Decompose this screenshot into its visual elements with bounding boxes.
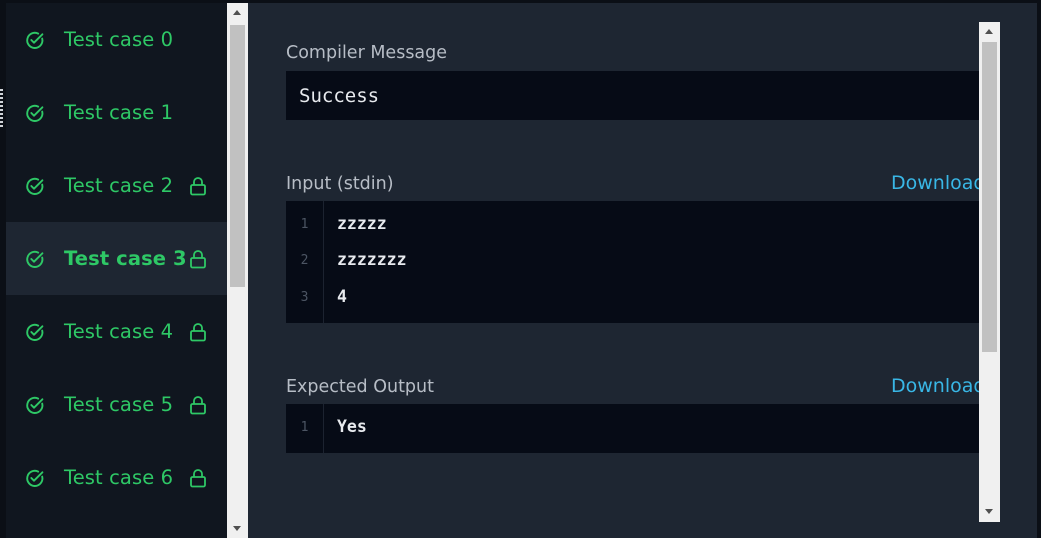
test-case-label: Test case 0 <box>64 28 174 51</box>
test-case-item-5[interactable]: Test case 5 <box>6 368 227 441</box>
test-case-label: Test case 2 <box>64 174 174 197</box>
test-case-label: Test case 3 <box>64 247 187 270</box>
expected-output-title: Expected Output <box>286 377 434 397</box>
detail-panel-scrollbar[interactable] <box>979 22 1000 522</box>
input-download-link[interactable]: Download <box>891 172 985 194</box>
test-case-item-2[interactable]: Test case 2 <box>6 149 227 222</box>
test-case-item-6[interactable]: Test case 6 <box>6 441 227 514</box>
input-title: Input (stdin) <box>286 174 394 194</box>
expected-output-download-link[interactable]: Download <box>891 375 985 397</box>
test-case-label: Test case 5 <box>64 393 174 416</box>
code-line: 1 Yes <box>286 411 979 447</box>
test-case-item-4[interactable]: Test case 4 <box>6 295 227 368</box>
line-number: 2 <box>300 253 309 268</box>
check-circle-icon <box>26 177 44 195</box>
test-case-label: Test case 6 <box>64 466 174 489</box>
line-number: 1 <box>300 420 309 435</box>
check-circle-icon <box>26 469 44 487</box>
check-circle-icon <box>26 31 44 49</box>
test-case-label: Test case 1 <box>64 101 174 124</box>
test-case-detail-panel: Compiler Message Success Input (stdin) D… <box>248 3 1037 538</box>
scroll-up-arrow-icon[interactable] <box>233 10 241 15</box>
resize-grip-icon[interactable] <box>0 89 3 127</box>
compiler-message-box: Success <box>286 71 979 120</box>
test-case-sidebar: Test case 0 Test case 1 Test case 2 Test… <box>6 3 227 538</box>
scroll-down-arrow-icon[interactable] <box>985 509 993 514</box>
check-circle-icon <box>26 323 44 341</box>
test-case-item-0[interactable]: Test case 0 <box>6 3 227 76</box>
check-circle-icon <box>26 396 44 414</box>
line-text: Yes <box>337 417 367 436</box>
test-case-label: Test case 4 <box>64 320 174 343</box>
line-number: 1 <box>300 217 309 232</box>
scroll-down-arrow-icon[interactable] <box>233 526 241 531</box>
line-text: zzzzz <box>337 214 387 233</box>
lock-icon <box>190 249 206 268</box>
scroll-up-arrow-icon[interactable] <box>985 29 993 34</box>
line-number: 3 <box>300 290 309 305</box>
line-text: zzzzzzz <box>337 250 407 269</box>
app-frame: Test case 0 Test case 1 Test case 2 Test… <box>0 0 1041 538</box>
test-case-item-1[interactable]: Test case 1 <box>6 76 227 149</box>
input-code-box: 1 zzzzz 2 zzzzzzz 3 4 <box>286 201 979 323</box>
sidebar-scrollbar[interactable] <box>227 3 248 538</box>
compiler-message-text: Success <box>299 85 380 107</box>
right-border <box>1037 3 1041 538</box>
code-line: 2 zzzzzzz <box>286 244 979 280</box>
code-line: 1 zzzzz <box>286 208 979 244</box>
test-case-item-3[interactable]: Test case 3 <box>6 222 227 295</box>
lock-icon <box>190 468 206 487</box>
line-text: 4 <box>337 287 347 306</box>
code-line: 3 4 <box>286 281 979 317</box>
check-circle-icon <box>26 104 44 122</box>
sidebar-scrollbar-thumb[interactable] <box>230 25 245 287</box>
check-circle-icon <box>26 250 44 268</box>
lock-icon <box>190 176 206 195</box>
expected-output-code-box: 1 Yes <box>286 404 979 453</box>
detail-panel-scrollbar-thumb[interactable] <box>982 42 997 352</box>
lock-icon <box>190 322 206 341</box>
lock-icon <box>190 395 206 414</box>
compiler-message-title: Compiler Message <box>286 43 448 63</box>
